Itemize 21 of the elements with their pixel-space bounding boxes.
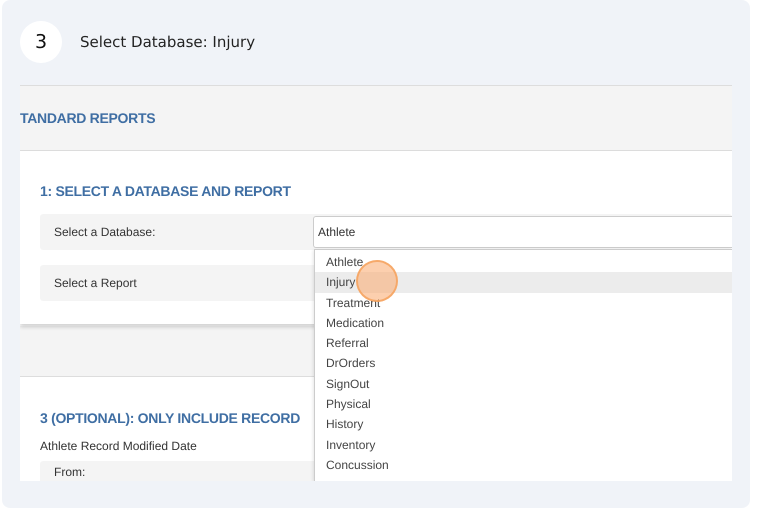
step-title: Select Database: Injury [80, 32, 256, 50]
field-label: Select a Database: [53, 225, 156, 239]
dropdown-option[interactable]: Inventory [315, 434, 732, 455]
section-heading: 3 (OPTIONAL): ONLY INCLUDE RECORD [40, 410, 302, 426]
dropdown-option[interactable]: Referral [315, 333, 732, 354]
dropdown-option[interactable]: Athlete [315, 252, 732, 272]
dropdown-option[interactable]: DrOrders [315, 353, 732, 374]
dropdown-option[interactable]: Concussion [315, 454, 732, 476]
dropdown-option[interactable]: Treatment [315, 292, 732, 313]
step-number: 3 [20, 20, 62, 62]
database-select[interactable]: Athlete [313, 216, 732, 248]
dropdown-option[interactable]: Medication [315, 312, 732, 334]
section-heading: 1: SELECT A DATABASE AND REPORT [40, 183, 292, 199]
field-group-label: Athlete Record Modified Date [40, 439, 198, 453]
page-title: TANDARD REPORTS [20, 110, 156, 126]
dropdown-option[interactable]: History [315, 414, 732, 435]
dropdown-option[interactable]: SignOut [315, 374, 732, 394]
field-label: From: [53, 465, 86, 479]
dropdown-option[interactable]: Injury [315, 272, 732, 293]
field-label: Select a Report [53, 276, 138, 290]
dropdown-option[interactable]: Physical [315, 394, 732, 414]
